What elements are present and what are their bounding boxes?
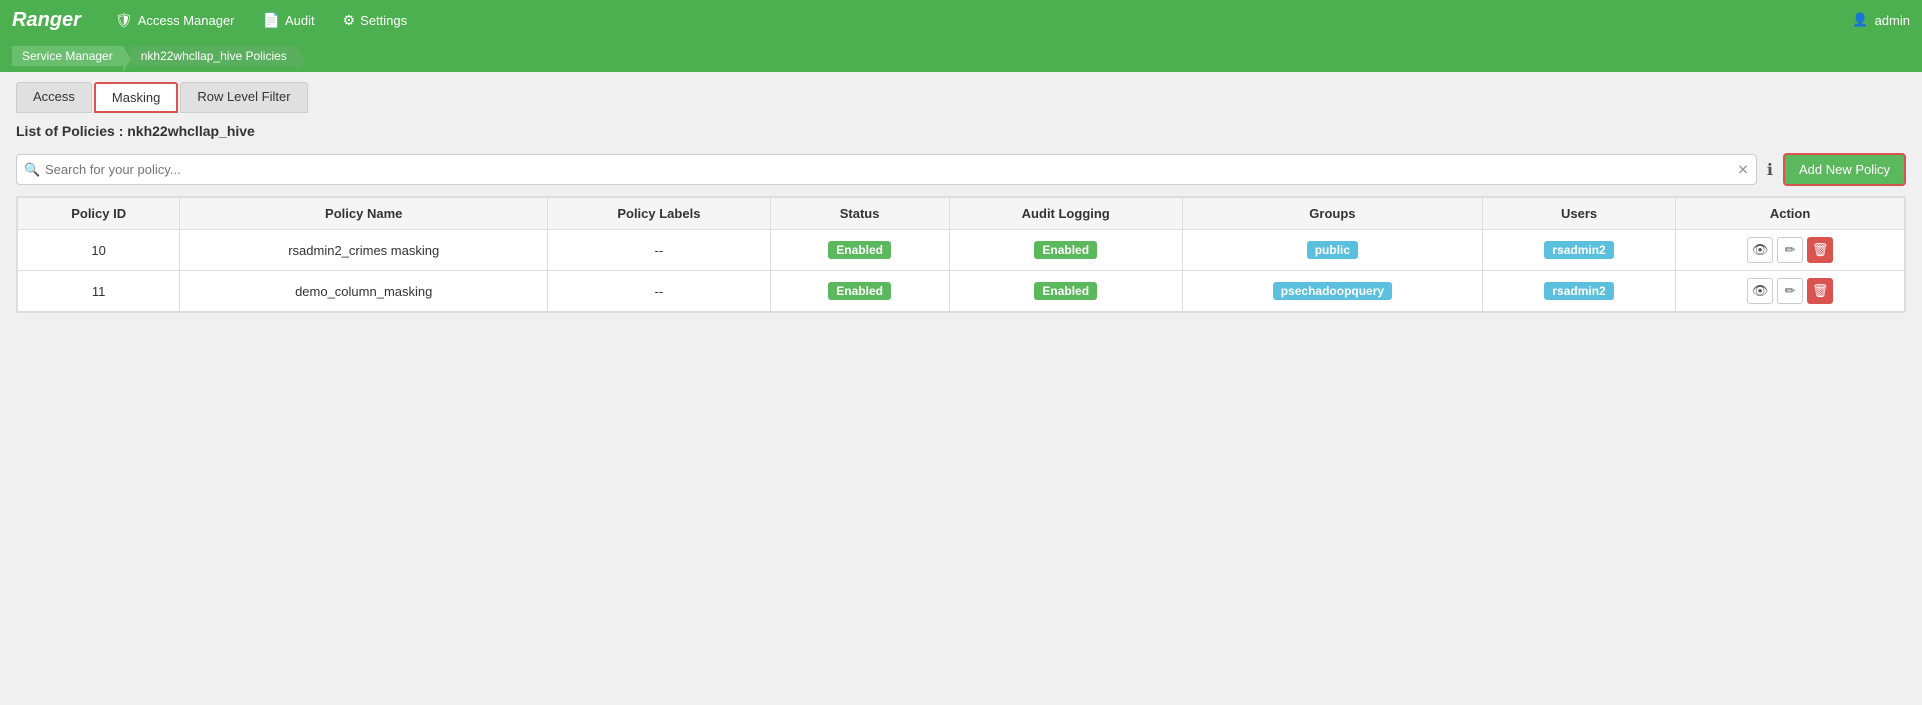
page-title: List of Policies : nkh22whcllap_hive [16, 123, 1906, 139]
audit-badge: Enabled [1034, 282, 1097, 300]
cell-action: 👁 ✏ 🗑 [1676, 230, 1905, 271]
cell-policy-labels: -- [548, 271, 771, 312]
col-header-policy-id: Policy ID [18, 198, 180, 230]
cell-policy-name: demo_column_masking [180, 271, 548, 312]
username-label: admin [1875, 13, 1910, 28]
audit-badge: Enabled [1034, 241, 1097, 259]
action-icons: 👁 ✏ 🗑 [1686, 278, 1894, 304]
cell-users: rsadmin2 [1482, 271, 1675, 312]
cell-action: 👁 ✏ 🗑 [1676, 271, 1905, 312]
cell-policy-id: 10 [18, 230, 180, 271]
nav-audit[interactable]: 📄 Audit [249, 0, 329, 40]
policy-table: Policy ID Policy Name Policy Labels Stat… [17, 197, 1905, 312]
col-header-action: Action [1676, 198, 1905, 230]
tab-row-level-filter-label: Row Level Filter [197, 89, 290, 104]
col-header-audit-logging: Audit Logging [949, 198, 1182, 230]
col-header-status: Status [770, 198, 949, 230]
user-icon: 👤 [1852, 12, 1868, 28]
cell-groups: public [1182, 230, 1482, 271]
group-badge: public [1307, 241, 1358, 259]
search-icon: 🔍 [24, 162, 40, 178]
breadcrumb: Service Manager nkh22whcllap_hive Polici… [0, 40, 1922, 72]
group-badge: psechadoopquery [1273, 282, 1392, 300]
col-header-users: Users [1482, 198, 1675, 230]
table-header-row: Policy ID Policy Name Policy Labels Stat… [18, 198, 1905, 230]
view-button[interactable]: 👁 [1747, 237, 1773, 263]
search-row: 🔍 ✕ ℹ Add New Policy [16, 153, 1906, 186]
nav-access-manager-label: Access Manager [138, 13, 235, 28]
tab-row-level-filter[interactable]: Row Level Filter [180, 82, 307, 113]
nav-access-manager[interactable]: 🛡 Access Manager [101, 0, 249, 40]
cell-users: rsadmin2 [1482, 230, 1675, 271]
navbar: Ranger 🛡 Access Manager 📄 Audit ⚙ Settin… [0, 0, 1922, 40]
nav-settings-label: Settings [360, 13, 407, 28]
cell-status: Enabled [770, 230, 949, 271]
table-row: 11 demo_column_masking -- Enabled Enable… [18, 271, 1905, 312]
cell-policy-name: rsadmin2_crimes masking [180, 230, 548, 271]
action-icons: 👁 ✏ 🗑 [1686, 237, 1894, 263]
view-button[interactable]: 👁 [1747, 278, 1773, 304]
cell-audit-logging: Enabled [949, 271, 1182, 312]
edit-button[interactable]: ✏ [1777, 237, 1803, 263]
user-badge: rsadmin2 [1544, 282, 1613, 300]
cell-policy-id: 11 [18, 271, 180, 312]
edit-button[interactable]: ✏ [1777, 278, 1803, 304]
table-row: 10 rsadmin2_crimes masking -- Enabled En… [18, 230, 1905, 271]
audit-icon: 📄 [263, 12, 280, 29]
delete-button[interactable]: 🗑 [1807, 237, 1833, 263]
cell-policy-labels: -- [548, 230, 771, 271]
add-new-policy-button[interactable]: Add New Policy [1783, 153, 1906, 186]
breadcrumb-policies-label: nkh22whcllap_hive Policies [141, 49, 287, 63]
tab-access[interactable]: Access [16, 82, 92, 113]
cell-audit-logging: Enabled [949, 230, 1182, 271]
main-content: Access Masking Row Level Filter List of … [0, 72, 1922, 323]
breadcrumb-service-manager-label: Service Manager [22, 49, 113, 63]
cell-groups: psechadoopquery [1182, 271, 1482, 312]
nav-audit-label: Audit [285, 13, 315, 28]
info-icon[interactable]: ℹ [1767, 160, 1773, 180]
tab-masking-label: Masking [112, 90, 160, 105]
tab-access-label: Access [33, 89, 75, 104]
tab-bar: Access Masking Row Level Filter [16, 82, 1906, 113]
status-badge: Enabled [828, 241, 891, 259]
search-container: 🔍 ✕ [16, 154, 1757, 185]
brand-logo: Ranger [12, 9, 81, 32]
gear-icon: ⚙ [343, 12, 356, 29]
delete-button[interactable]: 🗑 [1807, 278, 1833, 304]
search-clear-icon[interactable]: ✕ [1737, 161, 1749, 178]
col-header-policy-name: Policy Name [180, 198, 548, 230]
tab-masking[interactable]: Masking [94, 82, 178, 113]
nav-settings[interactable]: ⚙ Settings [329, 0, 422, 40]
search-input[interactable] [16, 154, 1757, 185]
breadcrumb-policies[interactable]: nkh22whcllap_hive Policies [131, 46, 297, 66]
user-menu[interactable]: 👤 admin [1852, 12, 1910, 28]
cell-status: Enabled [770, 271, 949, 312]
policy-table-wrapper: Policy ID Policy Name Policy Labels Stat… [16, 196, 1906, 313]
breadcrumb-service-manager[interactable]: Service Manager [12, 46, 123, 66]
user-badge: rsadmin2 [1544, 241, 1613, 259]
status-badge: Enabled [828, 282, 891, 300]
col-header-policy-labels: Policy Labels [548, 198, 771, 230]
col-header-groups: Groups [1182, 198, 1482, 230]
shield-icon: 🛡 [115, 12, 133, 29]
